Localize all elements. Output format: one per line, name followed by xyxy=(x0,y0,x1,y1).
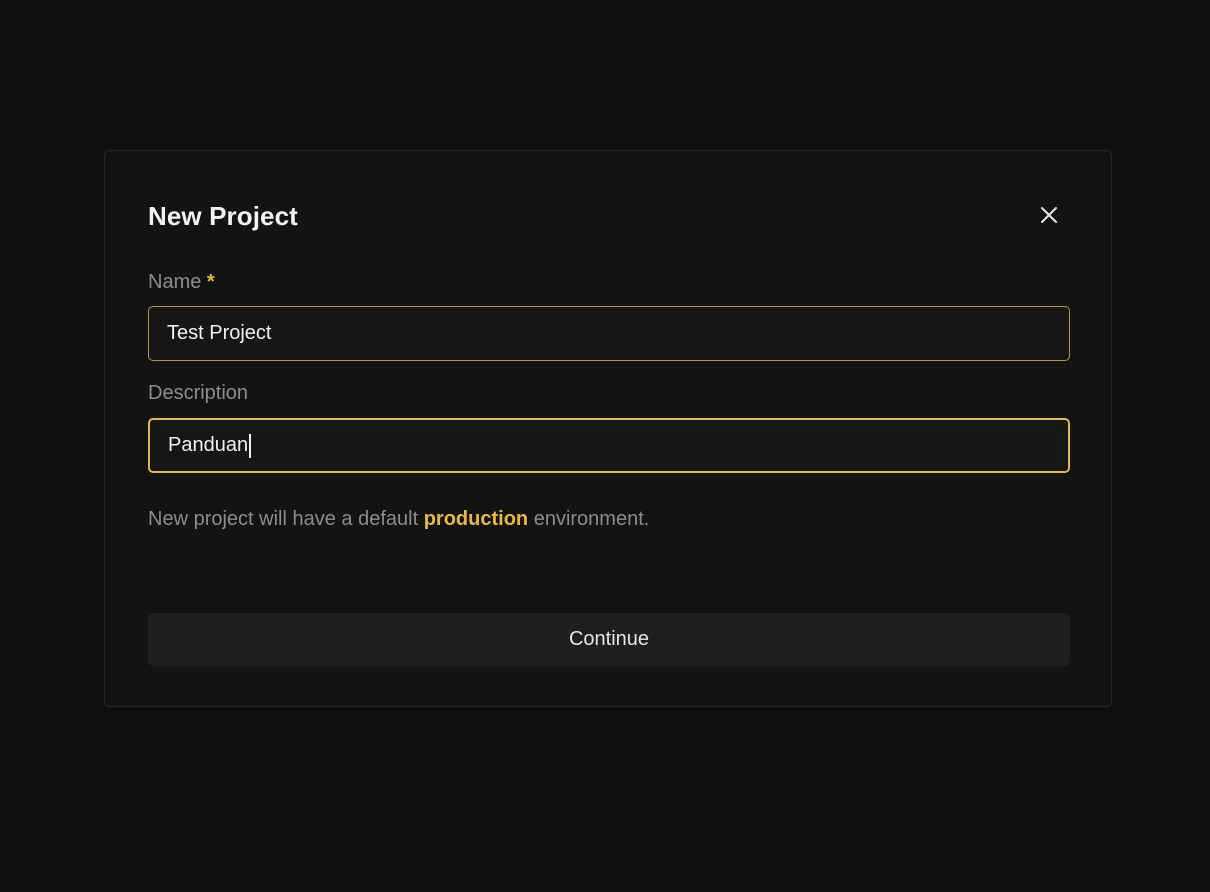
environment-hint: New project will have a default producti… xyxy=(148,508,649,531)
close-icon xyxy=(1041,207,1057,223)
description-input-content: Panduan xyxy=(168,420,252,471)
name-label-text: Name xyxy=(148,271,202,293)
description-input-value: Panduan xyxy=(168,434,249,456)
hint-suffix: environment. xyxy=(528,508,650,530)
close-button[interactable] xyxy=(1031,197,1067,233)
continue-button[interactable]: Continue xyxy=(148,613,1070,666)
name-label: Name * xyxy=(148,271,215,294)
description-label: Description xyxy=(148,382,249,404)
dialog-title: New Project xyxy=(148,201,298,231)
page-backdrop: New Project Name * Description Panduan N… xyxy=(0,0,1210,892)
text-caret xyxy=(249,433,252,458)
hint-environment-name: production xyxy=(423,508,529,530)
new-project-dialog: New Project Name * Description Panduan N… xyxy=(104,150,1112,707)
name-input[interactable] xyxy=(148,306,1070,361)
required-mark: * xyxy=(206,271,215,293)
hint-prefix: New project will have a default xyxy=(148,508,424,530)
description-input[interactable]: Panduan xyxy=(148,418,1070,473)
